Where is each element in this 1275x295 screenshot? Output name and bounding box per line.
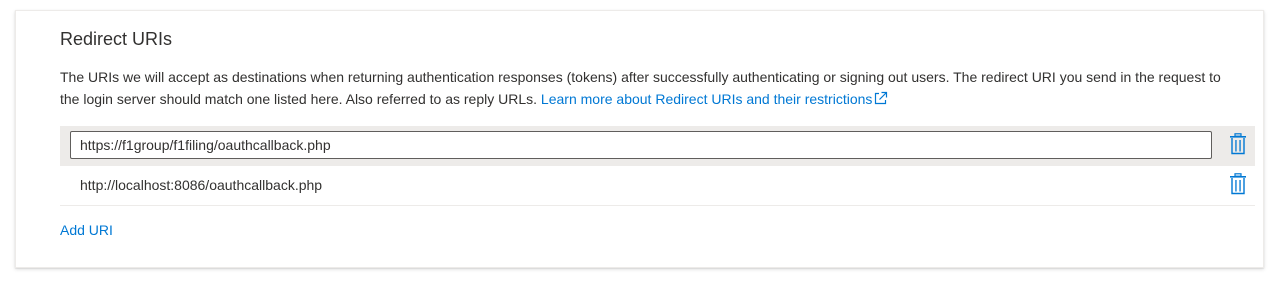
redirect-uri-row[interactable] — [60, 126, 1255, 166]
add-uri-link[interactable]: Add URI — [60, 222, 113, 238]
trash-icon — [1229, 172, 1247, 200]
section-title: Redirect URIs — [60, 29, 173, 49]
redirect-uri-input[interactable] — [70, 131, 1212, 159]
learn-more-link[interactable]: Learn more about Redirect URIs and their… — [541, 91, 888, 107]
learn-more-link-label: Learn more about Redirect URIs and their… — [540, 91, 873, 107]
redirect-uri-value[interactable]: http://localhost:8086/oauthcallback.php — [80, 177, 322, 193]
external-link-icon — [873, 90, 888, 112]
trash-icon — [1229, 132, 1247, 160]
redirect-uri-list: http://localhost:8086/oauthcallback.php — [60, 126, 1255, 206]
redirect-uris-card: Redirect URIs The URIs we will accept as… — [15, 10, 1264, 268]
redirect-uri-row[interactable]: http://localhost:8086/oauthcallback.php — [60, 166, 1255, 206]
delete-uri-button[interactable] — [1227, 132, 1249, 160]
section-description: The URIs we will accept as destinations … — [60, 66, 1240, 112]
delete-uri-button[interactable] — [1227, 172, 1249, 200]
